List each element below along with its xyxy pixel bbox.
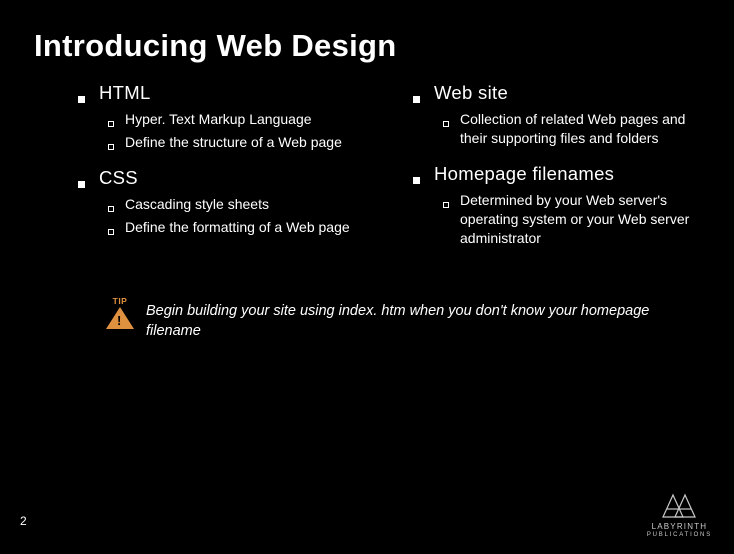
- list-item: Cascading style sheets: [108, 195, 369, 214]
- list-heading: HTML: [78, 82, 369, 104]
- item-text: Collection of related Web pages and thei…: [460, 110, 704, 148]
- heading-text: HTML: [99, 82, 151, 104]
- hollow-square-icon: [108, 206, 114, 212]
- hollow-square-icon: [108, 121, 114, 127]
- square-bullet-icon: [413, 96, 420, 103]
- list-heading: Web site: [413, 82, 704, 104]
- publisher-name: LABYRINTH: [652, 523, 708, 532]
- slide-title: Introducing Web Design: [0, 0, 734, 64]
- list-item: Determined by your Web server's operatin…: [443, 191, 704, 248]
- right-column: Web site Collection of related Web pages…: [427, 82, 704, 262]
- item-text: Cascading style sheets: [125, 195, 269, 214]
- heading-text: Homepage filenames: [434, 163, 614, 185]
- hollow-square-icon: [108, 144, 114, 150]
- list-item: Hyper. Text Markup Language: [108, 110, 369, 129]
- tip-text: Begin building your site using index. ht…: [146, 296, 674, 341]
- list-item: Collection of related Web pages and thei…: [443, 110, 704, 148]
- tip-row: TIP Begin building your site using index…: [0, 262, 734, 341]
- item-text: Define the structure of a Web page: [125, 133, 342, 152]
- item-text: Hyper. Text Markup Language: [125, 110, 312, 129]
- list-heading: CSS: [78, 167, 369, 189]
- tip-label: TIP: [113, 296, 128, 306]
- square-bullet-icon: [78, 181, 85, 188]
- square-bullet-icon: [78, 96, 85, 103]
- tip-badge: TIP: [106, 296, 134, 329]
- list-item: Define the formatting of a Web page: [108, 218, 369, 237]
- publisher-subtitle: PUBLICATIONS: [647, 532, 712, 538]
- labyrinth-logo-icon: [657, 489, 701, 521]
- hollow-square-icon: [443, 121, 449, 127]
- publisher-logo: LABYRINTH PUBLICATIONS: [647, 489, 712, 538]
- content-area: HTML Hyper. Text Markup Language Define …: [0, 64, 734, 262]
- item-text: Determined by your Web server's operatin…: [460, 191, 704, 248]
- heading-text: CSS: [99, 167, 138, 189]
- hollow-square-icon: [443, 202, 449, 208]
- page-number: 2: [20, 514, 27, 528]
- square-bullet-icon: [413, 177, 420, 184]
- heading-text: Web site: [434, 82, 508, 104]
- list-item: Define the structure of a Web page: [108, 133, 369, 152]
- item-text: Define the formatting of a Web page: [125, 218, 350, 237]
- warning-triangle-icon: [106, 307, 134, 329]
- hollow-square-icon: [108, 229, 114, 235]
- left-column: HTML Hyper. Text Markup Language Define …: [92, 82, 369, 262]
- list-heading: Homepage filenames: [413, 163, 704, 185]
